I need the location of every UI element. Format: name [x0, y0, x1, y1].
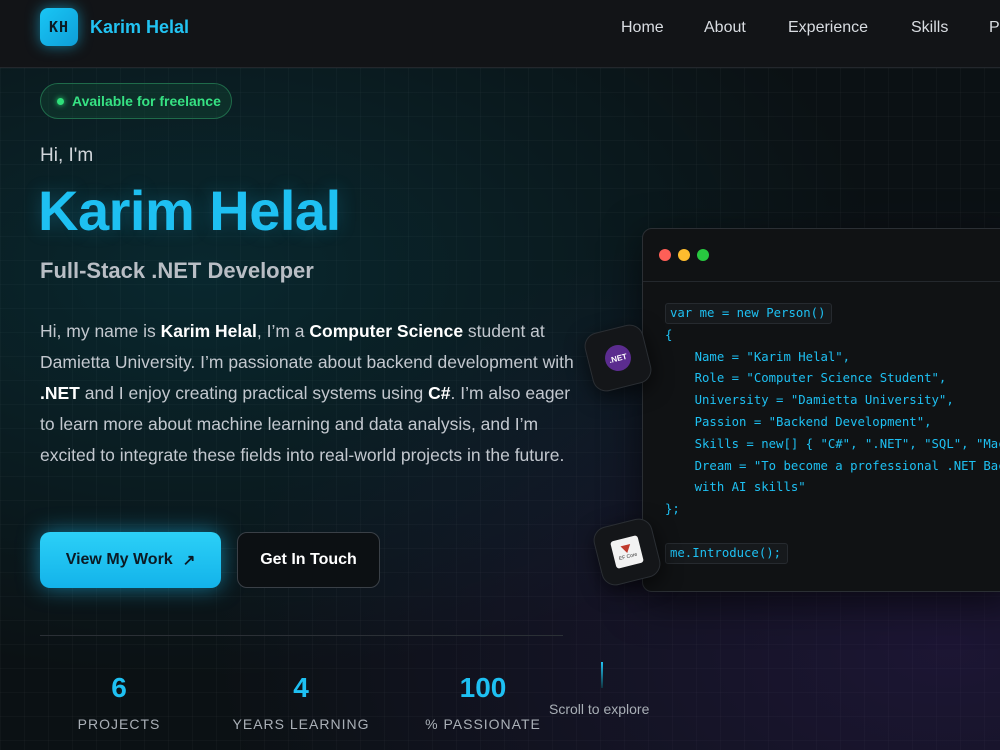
stat-label: PROJECTS [77, 716, 161, 732]
greeting: Hi, I'm [40, 145, 94, 166]
stats-divider [40, 635, 563, 636]
stat-label: YEARS LEARNING [232, 716, 370, 732]
ef-core-logo-icon: EF Core [610, 535, 644, 569]
availability-badge: Available for freelance [40, 83, 232, 119]
scroll-indicator-line [601, 662, 603, 688]
hero-bio: Hi, my name is Karim Helal, I’m a Comput… [40, 316, 575, 471]
nav-about[interactable]: About [704, 19, 746, 37]
bio-text: , I’m a [256, 321, 310, 341]
stat-value: 100 [459, 672, 507, 703]
code-line: var me = new Person() [665, 303, 833, 324]
brand-name[interactable]: Karim Helal [90, 17, 189, 38]
code-line: Skills = new[] { "C#", ".NET", "SQL", "M… [665, 436, 1000, 451]
maximize-dot-icon [697, 249, 709, 261]
arrow-up-right-icon: ↗ [182, 552, 196, 569]
code-window: var me = new Person() { Name = "Karim He… [642, 228, 1000, 592]
availability-text: Available for freelance [72, 93, 221, 109]
hero-role: Full-Stack .NET Developer [40, 258, 314, 283]
hero-name: Karim Helal [38, 179, 341, 242]
code-line: with AI skills" [665, 480, 806, 495]
stat-value: 4 [293, 672, 309, 703]
stat-label: % PASSIONATE [425, 716, 541, 732]
logo-badge[interactable]: KH [40, 8, 78, 46]
code-line: Name = "Karim Helal", [665, 349, 851, 364]
code-line: Passion = "Backend Development", [665, 414, 932, 429]
code-block: var me = new Person() { Name = "Karim He… [665, 303, 1000, 565]
view-my-work-label: View My Work [65, 551, 173, 568]
view-my-work-button[interactable]: View My Work ↗ [40, 532, 221, 588]
bio-bold-csharp: C# [428, 383, 451, 403]
stat-years-learning: 4 YEARS LEARNING [221, 672, 381, 732]
get-in-touch-label: Get In Touch [260, 551, 357, 568]
nav-home[interactable]: Home [621, 19, 664, 37]
code-line: me.Introduce(); [665, 542, 789, 564]
stat-value: 6 [111, 672, 127, 703]
nav-projects[interactable]: P [989, 19, 1000, 37]
code-line: { [665, 327, 673, 342]
nav-skills[interactable]: Skills [911, 19, 948, 37]
code-line: Role = "Computer Science Student", [665, 371, 947, 386]
bio-text: and I enjoy creating practical systems u… [79, 383, 429, 403]
bio-bold-dotnet: .NET [40, 383, 80, 403]
bio-bold-name: Karim Helal [160, 321, 257, 341]
site-header: KH Karim Helal Home About Experience Ski… [0, 0, 1000, 68]
nav-experience[interactable]: Experience [788, 19, 868, 37]
code-line: }; [665, 502, 680, 517]
minimize-dot-icon [678, 249, 690, 261]
dotnet-logo-icon: .NET [602, 342, 634, 374]
get-in-touch-button[interactable]: Get In Touch [237, 532, 380, 588]
status-dot-icon [57, 97, 64, 105]
dotnet-logo-text: .NET [608, 351, 628, 365]
scroll-hint[interactable]: Scroll to explore [549, 701, 649, 717]
close-dot-icon [659, 249, 671, 261]
stat-projects: 6 PROJECTS [39, 672, 199, 732]
bio-text: Hi, my name is [40, 321, 161, 341]
stat-passionate: 100 % PASSIONATE [403, 672, 563, 732]
code-line: Dream = "To become a professional .NET B… [665, 458, 1000, 473]
bio-bold-field: Computer Science [309, 321, 464, 341]
code-line: University = "Damietta University", [665, 393, 954, 408]
code-window-titlebar [643, 229, 1000, 282]
